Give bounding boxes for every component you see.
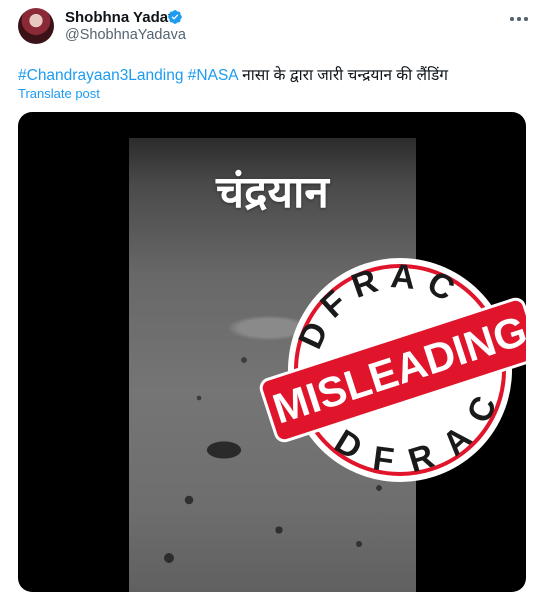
translate-post-link[interactable]: Translate post [18,86,100,101]
tweet-media[interactable]: चंद्रयान DFRAC DFRAC MISLEADING [18,112,526,592]
avatar[interactable] [18,8,54,44]
tweet-card: Shobhna Yadav @ShobhnaYadava #Chandrayaa… [0,0,555,592]
verified-badge-icon [168,10,182,24]
more-options-icon[interactable] [508,14,530,24]
hashtag-link[interactable]: #NASA [188,67,238,84]
author-handle[interactable]: @ShobhnaYadava [65,27,186,43]
video-overlay-text: चंद्रयान [216,167,329,218]
author-name[interactable]: Shobhna Yadav [65,9,176,26]
hashtag-link[interactable]: #Chandrayaan3Landing [18,67,183,84]
misleading-stamp: DFRAC DFRAC MISLEADING [259,234,526,504]
tweet-body: नासा के द्वारा जारी चन्द्रयान की लैंडिंग [242,67,449,84]
tweet-text: #Chandrayaan3Landing #NASA नासा के द्वार… [18,63,448,85]
